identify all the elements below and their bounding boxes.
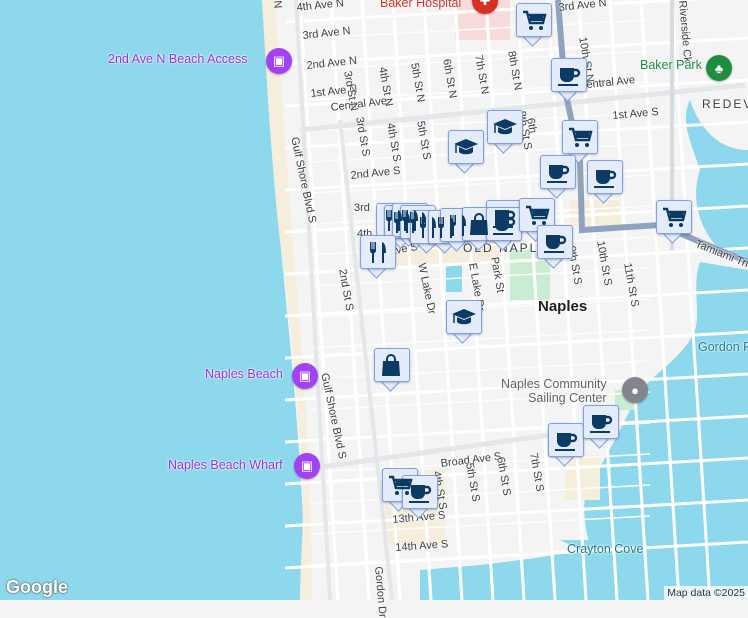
gulf-water <box>0 0 303 600</box>
gordon-label[interactable]: Gordon P <box>698 340 748 354</box>
cup-icon <box>547 165 570 183</box>
marker-cup[interactable] <box>537 225 573 269</box>
cart-icon <box>569 127 593 147</box>
marker-badge <box>548 423 584 457</box>
cart-icon <box>663 207 687 227</box>
marker-badge <box>486 207 522 241</box>
marker-fork-knife[interactable] <box>360 235 396 279</box>
camera-pin-icon[interactable]: ▣ <box>266 48 292 74</box>
marker-badge <box>583 405 619 439</box>
google-logo: Google <box>6 577 68 597</box>
marker-badge <box>446 300 482 334</box>
sailing-center-label[interactable]: Naples Community Sailing Center <box>501 377 607 405</box>
marker-badge <box>562 120 598 154</box>
cup-icon <box>558 68 581 86</box>
marker-badge <box>519 198 555 232</box>
bag-icon <box>382 354 400 376</box>
marker-cup[interactable] <box>551 58 587 102</box>
cart-icon <box>526 205 550 225</box>
marker-badge <box>448 130 484 164</box>
crayton-cove-label[interactable]: Crayton Cove <box>567 542 643 556</box>
camera-pin-icon[interactable]: ▣ <box>294 453 320 479</box>
fork-knife-icon <box>370 242 386 263</box>
cup-icon <box>493 217 516 235</box>
marker-cart[interactable] <box>656 200 692 244</box>
marker-cup[interactable] <box>540 155 576 199</box>
marker-badge <box>656 200 692 234</box>
graduation-cap-icon <box>493 119 517 135</box>
marker-bag[interactable] <box>374 348 410 392</box>
marker-badge <box>551 58 587 92</box>
graduation-cap-icon <box>454 139 478 155</box>
cup-icon <box>594 170 617 188</box>
street-label: N <box>271 0 284 9</box>
marker-cup[interactable] <box>486 207 522 251</box>
marker-cup[interactable] <box>587 160 623 204</box>
camera-pin-icon[interactable]: ▣ <box>292 363 318 389</box>
marker-badge <box>537 225 573 259</box>
marker-badge <box>587 160 623 194</box>
district-label[interactable]: REDEV <box>702 97 748 111</box>
city-label[interactable]: Naples <box>538 298 587 315</box>
marker-badge <box>360 235 396 269</box>
map-attribution[interactable]: Map data ©2025 <box>664 586 748 600</box>
marker-badge <box>516 3 552 37</box>
graduation-cap-icon <box>452 309 476 325</box>
marker-cup[interactable] <box>583 405 619 449</box>
marker-badge <box>402 475 438 509</box>
location-pin-icon[interactable]: ● <box>622 377 648 403</box>
marker-cup[interactable] <box>548 423 584 467</box>
street-label: 3rd <box>354 202 370 214</box>
marker-graduation-cap[interactable] <box>487 110 523 154</box>
cup-icon <box>555 433 578 451</box>
marker-cup[interactable] <box>402 475 438 519</box>
cup-icon <box>544 235 567 253</box>
tree-pin-icon[interactable]: ♣ <box>706 55 732 81</box>
cup-icon <box>409 485 432 503</box>
marker-graduation-cap[interactable] <box>448 130 484 174</box>
beach-access-label[interactable]: 2nd Ave N Beach Access <box>108 52 247 66</box>
marker-badge <box>540 155 576 189</box>
hospital-label[interactable]: Baker Hospital <box>380 0 461 10</box>
marker-badge <box>374 348 410 382</box>
lake <box>446 262 462 292</box>
marker-cart[interactable] <box>516 3 552 47</box>
marker-badge <box>487 110 523 144</box>
marker-cart[interactable] <box>562 120 598 164</box>
cup-icon <box>590 415 613 433</box>
baker-park-label[interactable]: Baker Park <box>640 58 702 72</box>
cart-icon <box>523 10 547 30</box>
bag-icon <box>470 213 488 235</box>
wharf-label[interactable]: Naples Beach Wharf <box>168 458 283 472</box>
marker-graduation-cap[interactable] <box>446 300 482 344</box>
crayton-area <box>565 455 600 500</box>
naples-beach-label[interactable]: Naples Beach <box>205 367 283 381</box>
marker-cart[interactable] <box>519 198 555 242</box>
